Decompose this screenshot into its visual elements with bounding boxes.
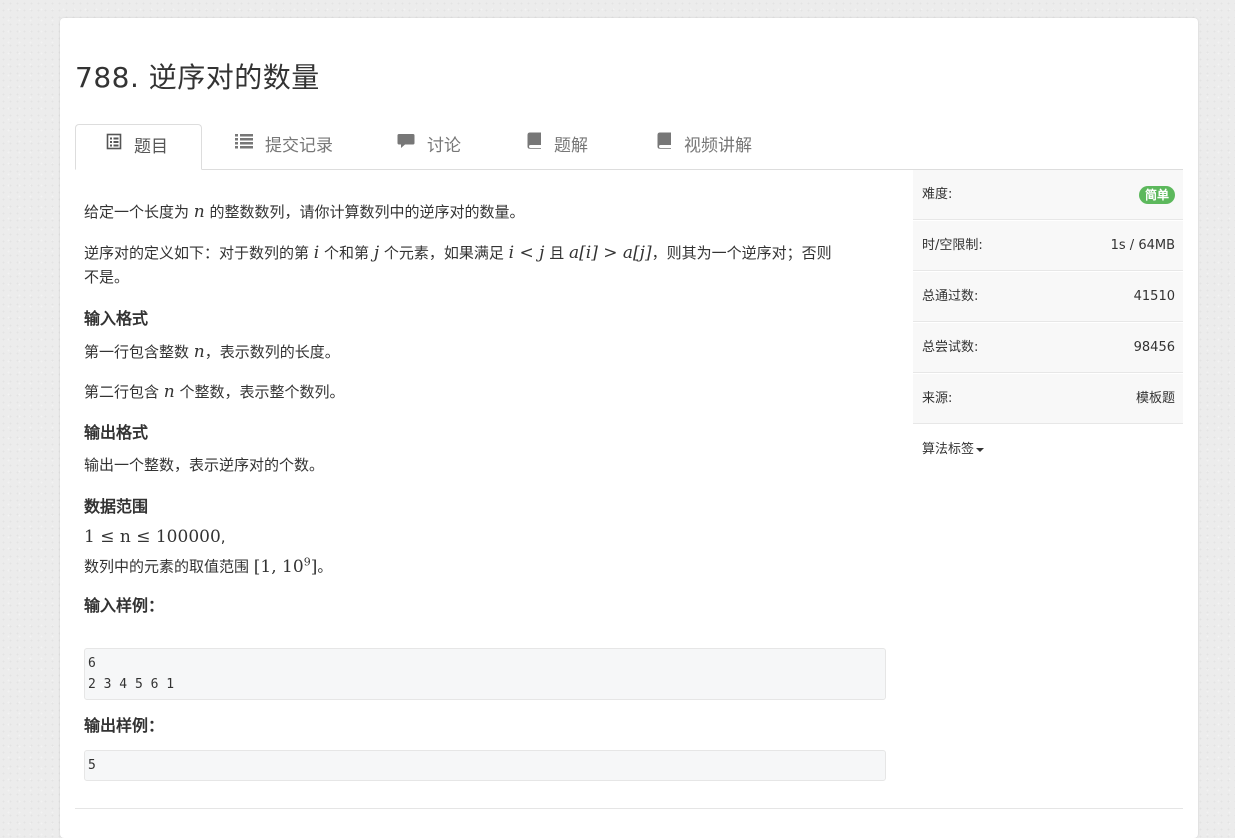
data-range-heading: 数据范围 [84, 497, 149, 516]
range-formula: 1 ≤ n ≤ 100000, [84, 527, 226, 547]
comment-icon [397, 122, 415, 166]
tab-solutions[interactable]: 题解 [497, 124, 618, 169]
caret-down-icon [976, 447, 985, 452]
tab-submissions-label: 提交记录 [265, 136, 333, 156]
tab-discussion[interactable]: 讨论 [367, 124, 491, 169]
tab-solutions-label: 题解 [554, 136, 588, 156]
input-line-1: 第一行包含整数 n，表示数列的长度。 [84, 342, 340, 362]
math-var: n [193, 202, 205, 222]
tab-problem[interactable]: 题目 [75, 124, 202, 170]
tab-video[interactable]: 视频讲解 [627, 124, 782, 169]
book-icon [657, 122, 672, 166]
page-title: 788. 逆序对的数量 [75, 61, 320, 94]
sample-input-code: 6 2 3 4 5 6 1 [84, 648, 886, 700]
sample-output-heading: 输出样例： [84, 716, 165, 735]
output-line: 输出一个整数，表示逆序对的个数。 [84, 456, 325, 474]
book-icon [527, 122, 542, 166]
list-icon [235, 122, 253, 166]
sample-output-code: 5 [84, 750, 886, 781]
tab-problem-label: 题目 [134, 137, 168, 157]
difficulty-row: 难度: 简单 [913, 170, 1183, 220]
source-row: 来源: 模板题 [913, 374, 1183, 424]
statement-line: 给定一个长度为 n 的整数数列，请你计算数列中的逆序对的数量。 [84, 202, 525, 222]
input-format-heading: 输入格式 [84, 309, 149, 328]
definition-line-2: 不是。 [84, 268, 130, 286]
problem-card: 788. 逆序对的数量 题目 提交记录 讨论 题解 视频讲解 给定一个长度为 n… [60, 18, 1198, 838]
difficulty-badge: 简单 [1138, 186, 1175, 204]
limit-row: 时/空限制: 1s / 64MB [913, 221, 1183, 271]
sample-input-heading: 输入样例： [84, 596, 165, 615]
algorithm-tags-dropdown[interactable]: 算法标签 [913, 425, 1183, 475]
output-format-heading: 输出格式 [84, 423, 149, 442]
tab-discussion-label: 讨论 [427, 136, 461, 156]
tried-row: 总尝试数: 98456 [913, 323, 1183, 373]
tab-bar: 题目 提交记录 讨论 题解 视频讲解 [75, 124, 1183, 170]
tab-submissions[interactable]: 提交记录 [205, 124, 363, 169]
document-icon [106, 123, 122, 167]
range-line-2: 数列中的元素的取值范围 [1, 109]。 [84, 555, 333, 577]
input-line-2: 第二行包含 n 个整数，表示整个数列。 [84, 382, 345, 402]
definition-line: 逆序对的定义如下：对于数列的第 i 个和第 j 个元素，如果满足 i < j 且… [84, 243, 832, 263]
passed-row: 总通过数: 41510 [913, 272, 1183, 322]
divider [75, 808, 1183, 809]
tab-video-label: 视频讲解 [684, 136, 752, 156]
